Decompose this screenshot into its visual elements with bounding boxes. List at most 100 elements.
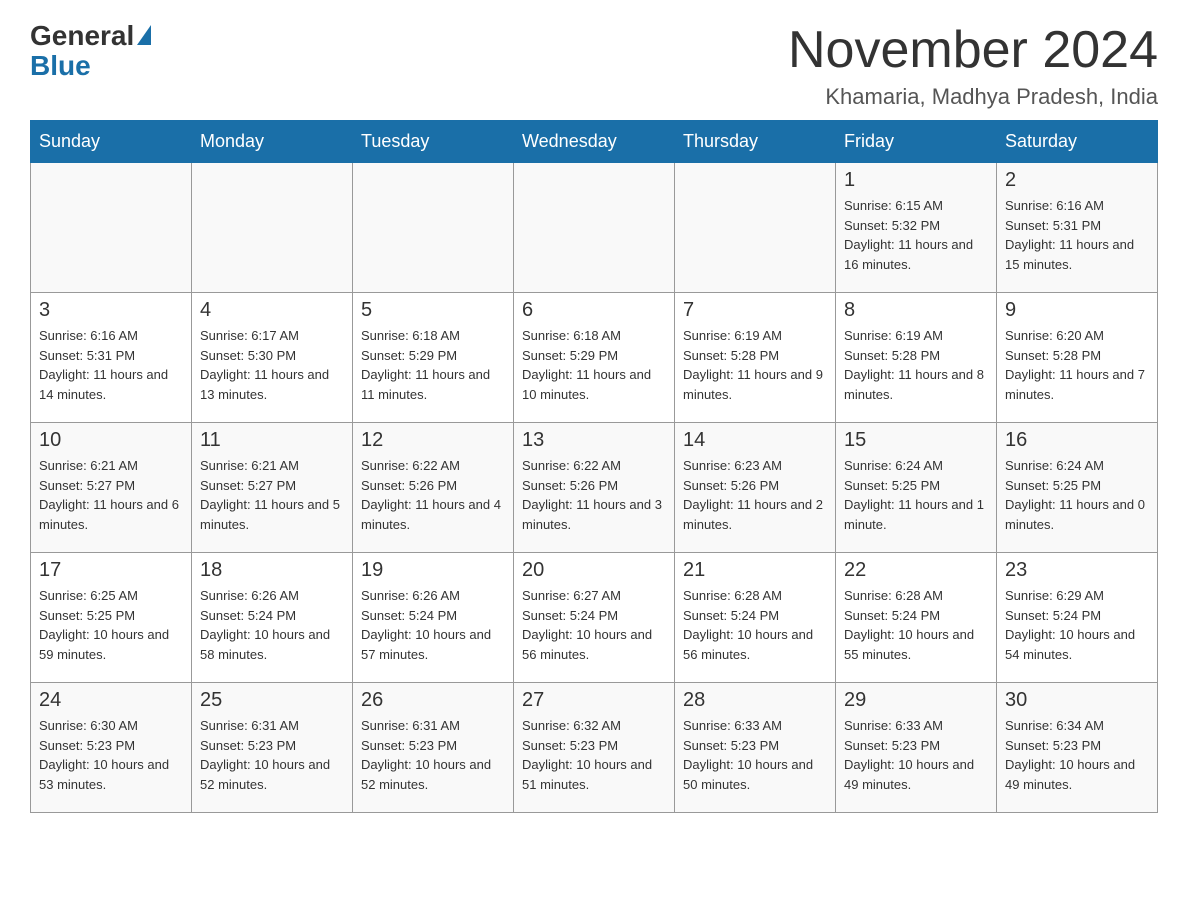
day-number: 9	[1005, 299, 1149, 322]
calendar-cell: 28Sunrise: 6:33 AMSunset: 5:23 PMDayligh…	[675, 683, 836, 813]
day-info: Sunrise: 6:24 AMSunset: 5:25 PMDaylight:…	[1005, 456, 1149, 534]
day-info: Sunrise: 6:31 AMSunset: 5:23 PMDaylight:…	[361, 716, 505, 794]
week-row-3: 10 Sunrise: 6:21 AMSunset: 5:27 PMDayligh…	[31, 423, 1158, 553]
day-header-thursday: Thursday	[675, 121, 836, 163]
calendar-cell: 29 Sunrise: 6:33 AMSunset: 5:23 PMDayligh…	[836, 683, 997, 813]
day-headers-row: SundayMondayTuesdayWednesdayThursdayFrid…	[31, 121, 1158, 163]
calendar-cell: 15Sunrise: 6:24 AMSunset: 5:25 PMDayligh…	[836, 423, 997, 553]
day-number: 24	[39, 689, 183, 712]
logo-triangle-icon	[137, 25, 151, 45]
day-info: Sunrise: 6:22 AMSunset: 5:26 PMDaylight:…	[361, 456, 505, 534]
day-number: 14	[683, 429, 827, 452]
day-number: 27	[522, 689, 666, 712]
day-number: 26	[361, 689, 505, 712]
calendar-cell: 24 Sunrise: 6:30 AMSunset: 5:23 PMDayligh…	[31, 683, 192, 813]
calendar-cell	[31, 163, 192, 293]
day-number: 10	[39, 429, 183, 452]
calendar-cell: 22Sunrise: 6:28 AMSunset: 5:24 PMDayligh…	[836, 553, 997, 683]
day-number: 6	[522, 299, 666, 322]
day-number: 21	[683, 559, 827, 582]
day-number: 23	[1005, 559, 1149, 582]
calendar-cell: 14 Sunrise: 6:23 AMSunset: 5:26 PMDayligh…	[675, 423, 836, 553]
page-header: General Blue November 2024 Khamaria, Mad…	[30, 20, 1158, 110]
calendar-cell: 16 Sunrise: 6:24 AMSunset: 5:25 PMDayligh…	[997, 423, 1158, 553]
day-info: Sunrise: 6:18 AMSunset: 5:29 PMDaylight:…	[361, 326, 505, 404]
week-row-1: 1Sunrise: 6:15 AMSunset: 5:32 PMDaylight…	[31, 163, 1158, 293]
calendar-table: SundayMondayTuesdayWednesdayThursdayFrid…	[30, 120, 1158, 813]
logo: General Blue	[30, 20, 151, 82]
day-number: 3	[39, 299, 183, 322]
calendar-cell: 7 Sunrise: 6:19 AMSunset: 5:28 PMDaylight…	[675, 293, 836, 423]
day-info: Sunrise: 6:19 AMSunset: 5:28 PMDaylight:…	[683, 326, 827, 404]
day-number: 30	[1005, 689, 1149, 712]
calendar-cell: 27 Sunrise: 6:32 AMSunset: 5:23 PMDayligh…	[514, 683, 675, 813]
day-info: Sunrise: 6:20 AMSunset: 5:28 PMDaylight:…	[1005, 326, 1149, 404]
day-number: 17	[39, 559, 183, 582]
calendar-cell: 20 Sunrise: 6:27 AMSunset: 5:24 PMDayligh…	[514, 553, 675, 683]
day-header-monday: Monday	[192, 121, 353, 163]
day-info: Sunrise: 6:18 AMSunset: 5:29 PMDaylight:…	[522, 326, 666, 404]
day-number: 18	[200, 559, 344, 582]
week-row-2: 3Sunrise: 6:16 AMSunset: 5:31 PMDaylight…	[31, 293, 1158, 423]
calendar-cell: 6 Sunrise: 6:18 AMSunset: 5:29 PMDaylight…	[514, 293, 675, 423]
day-number: 16	[1005, 429, 1149, 452]
location-title: Khamaria, Madhya Pradesh, India	[788, 84, 1158, 110]
day-info: Sunrise: 6:21 AMSunset: 5:27 PMDaylight:…	[200, 456, 344, 534]
calendar-cell	[514, 163, 675, 293]
day-info: Sunrise: 6:22 AMSunset: 5:26 PMDaylight:…	[522, 456, 666, 534]
day-number: 4	[200, 299, 344, 322]
logo-blue-text: Blue	[30, 50, 91, 82]
title-section: November 2024 Khamaria, Madhya Pradesh, …	[788, 20, 1158, 110]
day-info: Sunrise: 6:21 AMSunset: 5:27 PMDaylight:…	[39, 456, 183, 534]
calendar-cell: 8Sunrise: 6:19 AMSunset: 5:28 PMDaylight…	[836, 293, 997, 423]
day-number: 19	[361, 559, 505, 582]
day-number: 5	[361, 299, 505, 322]
day-number: 7	[683, 299, 827, 322]
calendar-cell: 13 Sunrise: 6:22 AMSunset: 5:26 PMDayligh…	[514, 423, 675, 553]
calendar-cell: 3Sunrise: 6:16 AMSunset: 5:31 PMDaylight…	[31, 293, 192, 423]
day-info: Sunrise: 6:31 AMSunset: 5:23 PMDaylight:…	[200, 716, 344, 794]
day-info: Sunrise: 6:26 AMSunset: 5:24 PMDaylight:…	[361, 586, 505, 664]
calendar-cell: 23 Sunrise: 6:29 AMSunset: 5:24 PMDayligh…	[997, 553, 1158, 683]
calendar-cell: 30 Sunrise: 6:34 AMSunset: 5:23 PMDayligh…	[997, 683, 1158, 813]
calendar-cell: 26 Sunrise: 6:31 AMSunset: 5:23 PMDayligh…	[353, 683, 514, 813]
week-row-5: 24 Sunrise: 6:30 AMSunset: 5:23 PMDayligh…	[31, 683, 1158, 813]
day-number: 2	[1005, 169, 1149, 192]
day-number: 25	[200, 689, 344, 712]
day-number: 13	[522, 429, 666, 452]
day-info: Sunrise: 6:28 AMSunset: 5:24 PMDaylight:…	[844, 586, 988, 664]
week-row-4: 17 Sunrise: 6:25 AMSunset: 5:25 PMDayligh…	[31, 553, 1158, 683]
day-info: Sunrise: 6:23 AMSunset: 5:26 PMDaylight:…	[683, 456, 827, 534]
day-info: Sunrise: 6:25 AMSunset: 5:25 PMDaylight:…	[39, 586, 183, 664]
day-info: Sunrise: 6:33 AMSunset: 5:23 PMDaylight:…	[683, 716, 827, 794]
day-info: Sunrise: 6:27 AMSunset: 5:24 PMDaylight:…	[522, 586, 666, 664]
calendar-cell: 4 Sunrise: 6:17 AMSunset: 5:30 PMDaylight…	[192, 293, 353, 423]
day-info: Sunrise: 6:34 AMSunset: 5:23 PMDaylight:…	[1005, 716, 1149, 794]
day-header-wednesday: Wednesday	[514, 121, 675, 163]
calendar-cell: 2Sunrise: 6:16 AMSunset: 5:31 PMDaylight…	[997, 163, 1158, 293]
day-info: Sunrise: 6:33 AMSunset: 5:23 PMDaylight:…	[844, 716, 988, 794]
day-info: Sunrise: 6:28 AMSunset: 5:24 PMDaylight:…	[683, 586, 827, 664]
day-number: 12	[361, 429, 505, 452]
day-header-sunday: Sunday	[31, 121, 192, 163]
calendar-cell: 25 Sunrise: 6:31 AMSunset: 5:23 PMDayligh…	[192, 683, 353, 813]
month-title: November 2024	[788, 20, 1158, 80]
calendar-cell: 18Sunrise: 6:26 AMSunset: 5:24 PMDayligh…	[192, 553, 353, 683]
logo-general-text: General	[30, 20, 134, 52]
day-info: Sunrise: 6:15 AMSunset: 5:32 PMDaylight:…	[844, 196, 988, 274]
day-number: 8	[844, 299, 988, 322]
day-header-friday: Friday	[836, 121, 997, 163]
day-info: Sunrise: 6:32 AMSunset: 5:23 PMDaylight:…	[522, 716, 666, 794]
day-info: Sunrise: 6:29 AMSunset: 5:24 PMDaylight:…	[1005, 586, 1149, 664]
day-number: 15	[844, 429, 988, 452]
day-info: Sunrise: 6:30 AMSunset: 5:23 PMDaylight:…	[39, 716, 183, 794]
calendar-cell	[353, 163, 514, 293]
calendar-cell: 11Sunrise: 6:21 AMSunset: 5:27 PMDayligh…	[192, 423, 353, 553]
day-number: 20	[522, 559, 666, 582]
calendar-cell: 17 Sunrise: 6:25 AMSunset: 5:25 PMDayligh…	[31, 553, 192, 683]
day-header-saturday: Saturday	[997, 121, 1158, 163]
day-number: 29	[844, 689, 988, 712]
calendar-cell: 12 Sunrise: 6:22 AMSunset: 5:26 PMDayligh…	[353, 423, 514, 553]
calendar-cell: 19 Sunrise: 6:26 AMSunset: 5:24 PMDayligh…	[353, 553, 514, 683]
day-info: Sunrise: 6:17 AMSunset: 5:30 PMDaylight:…	[200, 326, 344, 404]
